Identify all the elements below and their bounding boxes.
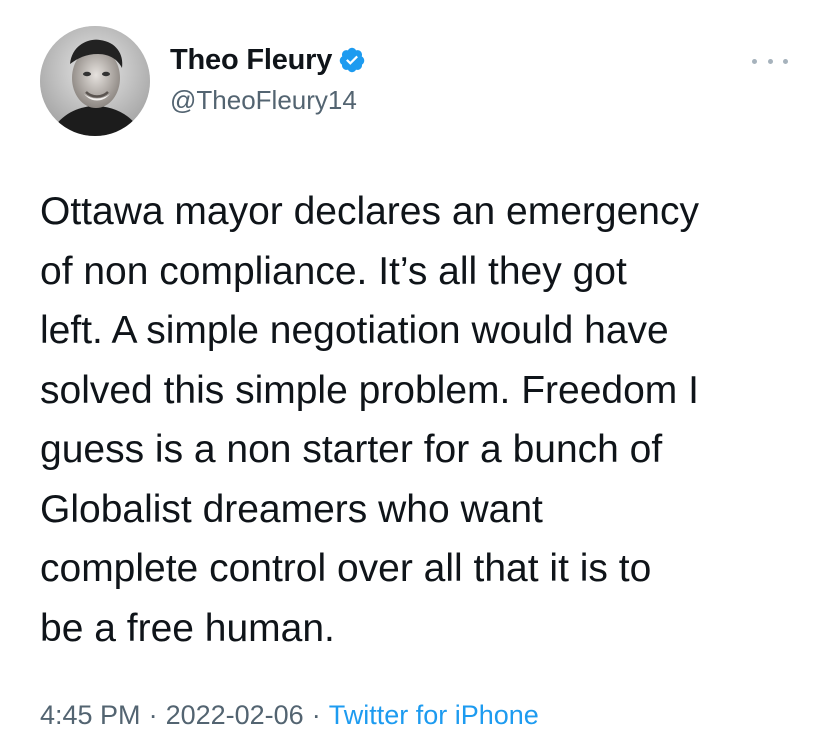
tweet-source-link[interactable]: Twitter for iPhone [329, 700, 539, 731]
author-handle[interactable]: @TheoFleury14 [170, 85, 357, 116]
more-options-icon[interactable] [752, 54, 788, 68]
avatar-photo [40, 26, 150, 136]
tweet-text: Ottawa mayor declares an emergency of no… [40, 190, 699, 650]
more-dot [783, 58, 788, 64]
author-display-name[interactable]: Theo Fleury [170, 44, 332, 77]
tweet-card: Theo Fleury @TheoFleury14 Ottawa mayor d… [0, 0, 828, 755]
meta-separator: · [148, 700, 158, 730]
verified-badge-icon [338, 46, 366, 74]
tweet-date[interactable]: 2022-02-06 [166, 700, 304, 731]
more-dot [767, 58, 773, 64]
more-dot [752, 58, 757, 64]
meta-separator: · [311, 700, 321, 730]
tweet-metadata: 4:45 PM · 2022-02-06 · Twitter for iPhon… [40, 700, 539, 731]
avatar[interactable] [40, 26, 150, 136]
author-name-row: Theo Fleury [170, 42, 366, 78]
tweet-time[interactable]: 4:45 PM [40, 700, 141, 731]
